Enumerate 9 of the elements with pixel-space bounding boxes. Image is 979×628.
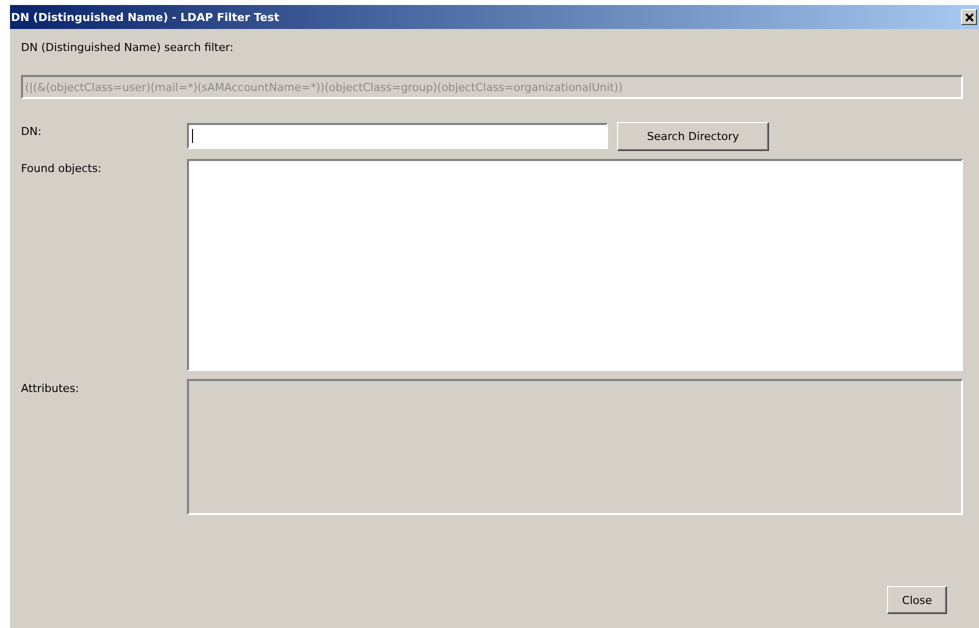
close-icon[interactable]	[961, 9, 977, 25]
window-title: DN (Distinguished Name) - LDAP Filter Test	[11, 10, 280, 24]
close-button[interactable]: Close	[887, 586, 947, 614]
found-objects-label: Found objects:	[21, 161, 102, 177]
dn-label: DN:	[21, 124, 42, 139]
search-directory-button[interactable]: Search Directory	[617, 122, 769, 151]
attributes-label: Attributes:	[21, 381, 80, 397]
filter-label: DN (Distinguished Name) search filter:	[21, 41, 234, 55]
dn-input-field[interactable]	[187, 123, 608, 149]
